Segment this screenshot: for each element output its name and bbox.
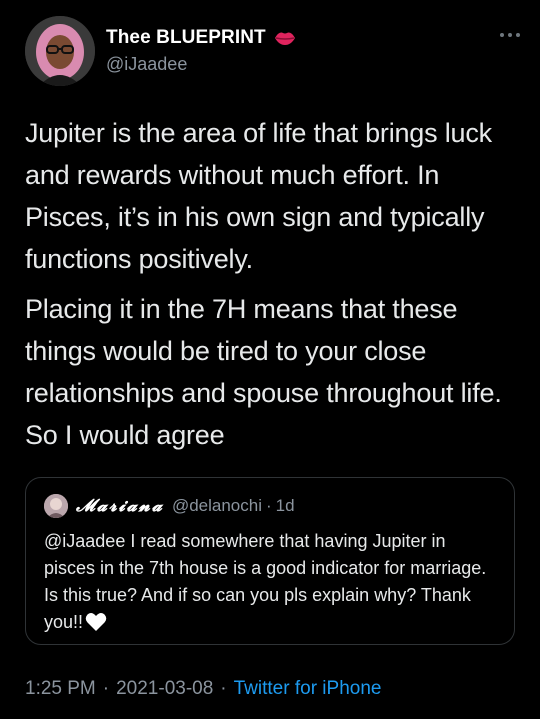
lips-kiss-icon	[274, 30, 296, 46]
display-name-row: Thee BLUEPRINT	[106, 26, 296, 50]
quoted-author-name: 𝓜𝓪𝓻𝓲𝓪𝓷𝓪	[76, 496, 164, 516]
separator-dot: ·	[102, 678, 110, 699]
quoted-tweet[interactable]: 𝓜𝓪𝓻𝓲𝓪𝓷𝓪 @delanochi · 1d @iJaadee I read …	[25, 477, 515, 645]
author-avatar[interactable]	[25, 16, 95, 86]
tweet-paragraph: Jupiter is the area of life that brings …	[25, 118, 492, 274]
quoted-tweet-header: 𝓜𝓪𝓻𝓲𝓪𝓷𝓪 @delanochi · 1d	[44, 494, 496, 518]
tweet-source-link[interactable]: Twitter for iPhone	[234, 678, 382, 700]
separator-dot: ·	[265, 496, 272, 515]
author-display-name[interactable]: Thee BLUEPRINT	[106, 27, 266, 49]
tweet-detail: Thee BLUEPRINT @iJaadee Jupiter is the a…	[0, 0, 540, 719]
tweet-header: Thee BLUEPRINT @iJaadee	[25, 16, 520, 86]
tweet-time[interactable]: 1:25 PM	[25, 678, 96, 700]
quoted-author-handle: @delanochi	[171, 496, 262, 515]
tweet-text: Jupiter is the area of life that brings …	[25, 112, 520, 456]
avatar-image	[25, 16, 95, 86]
author-handle[interactable]: @iJaadee	[106, 54, 296, 75]
quoted-author-avatar	[44, 494, 68, 518]
quoted-tweet-text: @iJaadee I read somewhere that having Ju…	[44, 528, 496, 636]
author-names: Thee BLUEPRINT @iJaadee	[106, 26, 296, 75]
quoted-tweet-time: 1d	[275, 496, 295, 515]
tweet-date[interactable]: 2021-03-08	[116, 678, 213, 700]
white-heart-icon	[85, 612, 107, 632]
tweet-meta: 1:25 PM · 2021-03-08 · Twitter for iPhon…	[25, 678, 381, 700]
separator-dot: ·	[220, 678, 227, 699]
quoted-tweet-body: @iJaadee I read somewhere that having Ju…	[44, 531, 487, 632]
more-options-icon[interactable]	[500, 32, 520, 38]
tweet-paragraph: Placing it in the 7H means that these th…	[25, 294, 502, 450]
